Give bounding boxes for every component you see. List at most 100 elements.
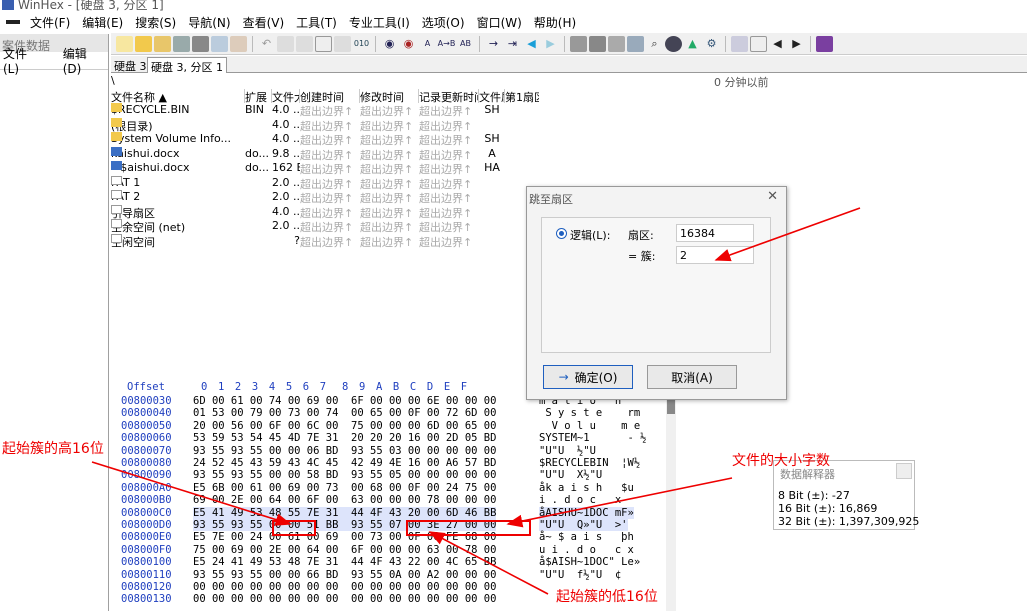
system-menu-icon[interactable] xyxy=(6,20,20,24)
column-header-attr[interactable]: 文件属性 xyxy=(479,89,505,103)
hex-ascii[interactable]: S y s t e rm xyxy=(539,407,640,419)
properties-icon[interactable] xyxy=(211,35,228,52)
logical-radio[interactable] xyxy=(556,228,567,239)
hex-scrollbar-thumb[interactable] xyxy=(667,400,675,414)
open-folder-2-icon[interactable] xyxy=(154,35,171,52)
find-hex-binoculars-icon[interactable]: ◉ xyxy=(400,36,417,52)
export-icon[interactable] xyxy=(230,35,247,52)
hex-bytes[interactable]: E5 24 41 49 53 48 7E 31 44 4F 43 22 00 4… xyxy=(193,556,496,568)
file-row[interactable]: System Volume Info...4.0 ...超出边界↑超出边界↑超出… xyxy=(111,132,539,147)
sector-input[interactable]: 16384 xyxy=(676,224,754,242)
replace-hex-icon[interactable]: AB xyxy=(457,36,474,52)
menu-window[interactable]: 窗口(W) xyxy=(471,14,528,31)
hex-bytes[interactable]: 69 00 2E 00 64 00 6F 00 63 00 00 00 78 0… xyxy=(193,494,496,506)
goto-sector-icon[interactable]: ⇥ xyxy=(504,36,521,52)
file-row[interactable]: $RECYCLE.BINBIN4.0 ...超出边界↑超出边界↑超出边界↑SH xyxy=(111,103,539,118)
hex-010-icon[interactable]: 010 xyxy=(353,36,370,52)
back-arrow-icon[interactable]: ◀ xyxy=(523,36,540,52)
file-row[interactable]: 空余空间 (net)2.0 ...超出边界↑超出边界↑超出边界↑ xyxy=(111,219,539,234)
hex-ascii[interactable]: "U"U f½"U ¢ xyxy=(539,569,621,581)
hex-bytes[interactable]: 20 00 56 00 6F 00 6C 00 75 00 00 00 6D 0… xyxy=(193,420,496,432)
file-row[interactable]: ~$aishui.docxdo...162 B超出边界↑超出边界↑超出边界↑HA xyxy=(111,161,539,176)
hex-bytes[interactable]: 24 52 45 43 59 43 4C 45 42 49 4E 16 00 A… xyxy=(193,457,496,469)
column-header-name[interactable]: 文件名称 ▲ xyxy=(111,89,245,103)
mountain-icon[interactable]: ▲ xyxy=(684,36,701,52)
hex-ascii[interactable]: åk a i s h $u xyxy=(539,482,634,494)
case-edit-menu[interactable]: 编辑(D) xyxy=(60,45,108,76)
hex-ascii[interactable]: $RECYCLEBIN ¦W½ xyxy=(539,457,640,469)
hex-bytes[interactable]: E5 41 49 53 48 55 7E 31 44 4F 43 20 00 6… xyxy=(193,506,497,519)
print-icon[interactable] xyxy=(192,35,209,52)
menu-edit[interactable]: 编辑(E) xyxy=(76,14,129,31)
cluster-input[interactable]: 2 xyxy=(676,246,754,264)
hex-ascii[interactable]: "U"U X½"U xyxy=(539,469,602,481)
save-disk-icon[interactable] xyxy=(173,35,190,52)
file-row[interactable]: 空闲空间? 超出边界↑ 超出边界↑ 超出边界↑ xyxy=(111,233,539,249)
calc-icon[interactable] xyxy=(731,35,748,52)
forward-arrow-icon[interactable]: ▶ xyxy=(542,36,559,52)
undo-icon[interactable]: ↶ xyxy=(258,36,275,52)
clipboard-icon[interactable] xyxy=(315,35,332,52)
table-icon[interactable] xyxy=(750,35,767,52)
menu-search[interactable]: 搜索(S) xyxy=(129,14,182,31)
magnifier-icon[interactable]: ⌕ xyxy=(646,36,663,52)
file-row[interactable]: FAT 12.0 ...超出边界↑超出边界↑超出边界↑ xyxy=(111,175,539,191)
menu-view[interactable]: 查看(V) xyxy=(237,14,291,31)
hex-bytes[interactable]: 53 59 53 54 45 4D 7E 31 20 20 20 16 00 2… xyxy=(193,432,496,444)
column-header-ext[interactable]: 扩展 xyxy=(245,89,272,103)
open-folder-icon[interactable] xyxy=(135,35,152,52)
hex-ascii[interactable]: "U"U ½"U xyxy=(539,445,596,457)
disk-analysis-icon[interactable] xyxy=(665,35,682,52)
menu-options[interactable]: 选项(O) xyxy=(416,14,471,31)
file-row[interactable]: 引导扇区4.0 ...超出边界↑超出边界↑超出边界↑ xyxy=(111,204,539,220)
file-row[interactable]: FAT 22.0 ...超出边界↑超出边界↑超出边界↑ xyxy=(111,190,539,205)
tab-disk-3-partition-1[interactable]: 硬盘 3, 分区 1 xyxy=(147,57,227,74)
hex-bytes[interactable]: 01 53 00 79 00 73 00 74 00 65 00 0F 00 7… xyxy=(193,407,496,419)
hex-bytes[interactable]: 00 00 00 00 00 00 00 00 00 00 00 00 00 0… xyxy=(193,581,496,593)
column-header-created[interactable]: 创建时间 xyxy=(300,89,360,103)
find-text-icon[interactable]: A xyxy=(419,36,436,52)
hex-bytes[interactable]: 93 55 93 55 00 00 58 BD 93 55 05 00 00 0… xyxy=(193,469,496,481)
tab-disk-3[interactable]: 硬盘 3 xyxy=(111,57,150,73)
hex-bytes[interactable]: E5 6B 00 61 00 69 00 73 00 68 00 0F 00 2… xyxy=(193,482,496,494)
menu-file[interactable]: 文件(F) xyxy=(24,14,76,31)
prev-icon[interactable]: ◀ xyxy=(769,36,786,52)
new-file-icon[interactable] xyxy=(116,35,133,52)
hex-ascii[interactable]: u i . d o c x xyxy=(539,544,634,556)
column-header-modified[interactable]: 修改时间 xyxy=(360,89,419,103)
menu-pro-tools[interactable]: 专业工具(I) xyxy=(343,14,416,31)
hex-ascii[interactable]: i . d o c x xyxy=(539,494,621,506)
menu-navigate[interactable]: 导航(N) xyxy=(182,14,236,31)
hex-ascii[interactable]: å$AISH~1DOC" Le» xyxy=(539,556,640,568)
disk-edit-icon[interactable] xyxy=(589,35,606,52)
paste-icon[interactable] xyxy=(296,35,313,52)
hex-ascii[interactable]: V o l u m e xyxy=(539,420,641,432)
settings-gear-icon[interactable]: ⚙ xyxy=(703,36,720,52)
hex-ascii[interactable]: "U"U Q»"U >' xyxy=(539,519,628,531)
hex-editor[interactable]: Offset 0 1 2 3 4 5 6 7 8 9 A B C D E F 0… xyxy=(111,381,681,611)
column-header-size[interactable]: 文件大小 xyxy=(272,89,300,103)
ram-icon[interactable] xyxy=(627,35,644,52)
interpreter-close-icon[interactable] xyxy=(896,463,912,479)
open-disk-icon[interactable] xyxy=(570,35,587,52)
hex-bytes[interactable]: 00 00 00 00 00 00 00 00 00 00 00 00 00 0… xyxy=(193,593,496,605)
menu-tools[interactable]: 工具(T) xyxy=(290,14,343,31)
file-row[interactable]: kaishui.docxdo...9.8 ...超出边界↑超出边界↑超出边界↑A xyxy=(111,146,539,162)
column-header-first-sector[interactable]: 第1扇区 xyxy=(505,89,539,103)
case-file-menu[interactable]: 文件(L) xyxy=(0,45,46,76)
file-row[interactable]: (根目录)4.0 ...超出边界↑超出边界↑超出边界↑ xyxy=(111,117,539,133)
hex-ascii[interactable]: å~ $ a i s þh xyxy=(539,531,634,543)
replace-text-icon[interactable]: A→B xyxy=(438,36,456,52)
hex-bytes[interactable]: 6D 00 61 00 74 00 69 00 6F 00 00 00 6E 0… xyxy=(193,395,496,407)
help-book-icon[interactable] xyxy=(816,35,833,52)
copy-icon[interactable] xyxy=(277,35,294,52)
hex-bytes[interactable]: 93 55 93 55 00 00 06 BD 93 55 03 00 00 0… xyxy=(193,445,496,457)
cancel-button[interactable]: 取消(A) xyxy=(647,365,737,389)
column-header-updated[interactable]: 记录更新时间 xyxy=(419,89,479,103)
dialog-close-icon[interactable]: ✕ xyxy=(767,189,778,204)
menu-help[interactable]: 帮助(H) xyxy=(528,14,582,31)
hex-bytes[interactable]: 93 55 93 55 00 00 66 BD 93 55 0A 00 A2 0… xyxy=(193,569,496,581)
hex-ascii[interactable]: SYSTEM~1 - ½ xyxy=(539,432,646,444)
hex-scrollbar[interactable] xyxy=(666,390,676,611)
hex-ascii[interactable]: åAISHU~1DOC mF» xyxy=(539,506,634,519)
